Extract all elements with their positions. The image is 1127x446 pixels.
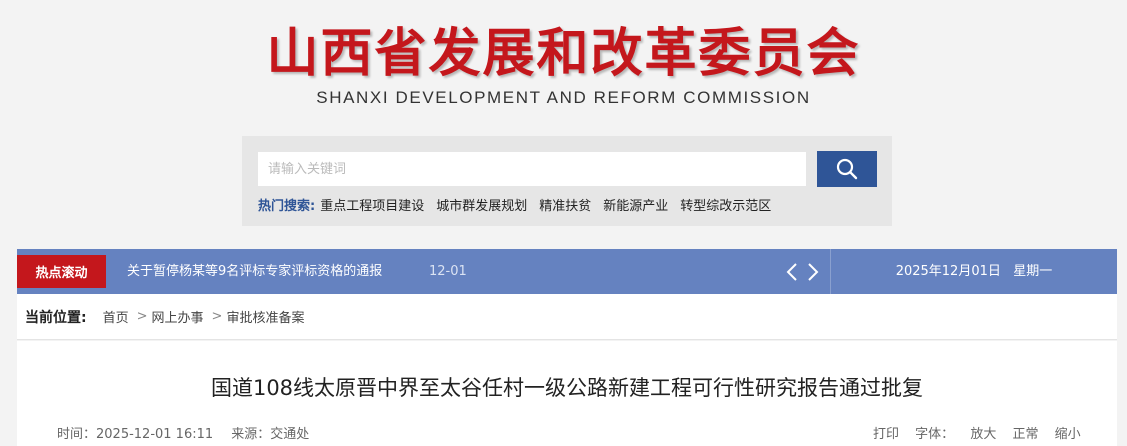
search-icon (836, 158, 858, 180)
article-meta: 时间：2025-12-01 16:11 来源：交通处 (57, 423, 323, 442)
breadcrumb-home[interactable]: 首页 (103, 307, 129, 326)
site-header: 山西省发展和改革委员会 SHANXI DEVELOPMENT AND REFOR… (0, 0, 1127, 130)
article-time: 时间：2025-12-01 16:11 (57, 427, 214, 442)
hot-search-term[interactable]: 转型综改示范区 (680, 195, 771, 214)
font-small-button[interactable]: 缩小 (1055, 427, 1081, 442)
breadcrumb-approval-filing[interactable]: 审批核准备案 (226, 307, 304, 326)
today-date: 2025年12月01日 星期一 (895, 264, 1053, 279)
article-tools: 打印 字体： 放大 正常 缩小 (873, 423, 1093, 442)
hot-search-label: 热门搜索: (258, 198, 316, 214)
search-panel: 热门搜索: 重点工程项目建设 城市群发展规划 精准扶贫 新能源产业 转型综改示范… (242, 136, 892, 226)
font-normal-button[interactable]: 正常 (1012, 427, 1038, 442)
article-source: 来源：交通处 (231, 427, 310, 442)
news-ticker-bar: 热点滚动 关于暂停杨某等9名评标专家评标资格的通报 12-01 2025年12月… (17, 249, 1117, 294)
ticker-headline-link[interactable]: 关于暂停杨某等9名评标专家评标资格的通报 (127, 249, 382, 294)
font-large-button[interactable]: 放大 (970, 427, 996, 442)
hot-news-tag: 热点滚动 (17, 255, 106, 288)
chevron-left-icon[interactable] (783, 261, 803, 283)
breadcrumb-separator: > (211, 309, 223, 324)
ticker-headline-date: 12-01 (429, 264, 467, 279)
breadcrumb-online-services[interactable]: 网上办事 (152, 307, 204, 326)
hot-search-term[interactable]: 精准扶贫 (539, 195, 591, 214)
font-size-label: 字体： (915, 427, 955, 442)
article-title: 国道108线太原晋中界至太谷任村一级公路新建工程可行性研究报告通过批复 (210, 376, 924, 400)
hot-search-row: 热门搜索: 重点工程项目建设 城市群发展规划 精准扶贫 新能源产业 转型综改示范… (258, 195, 783, 214)
site-subtitle: SHANXI DEVELOPMENT AND REFORM COMMISSION (316, 88, 811, 107)
hot-search-term[interactable]: 新能源产业 (603, 195, 668, 214)
article-panel: 国道108线太原晋中界至太谷任村一级公路新建工程可行性研究报告通过批复 时间：2… (17, 341, 1117, 446)
breadcrumb-label: 当前位置: (25, 309, 87, 326)
chevron-right-icon[interactable] (803, 261, 823, 283)
hot-search-term[interactable]: 重点工程项目建设 (320, 195, 424, 214)
print-button[interactable]: 打印 (873, 427, 899, 442)
search-button[interactable] (817, 151, 877, 187)
site-title: 山西省发展和改革委员会 (266, 23, 861, 84)
breadcrumb-separator: > (136, 309, 148, 324)
hot-search-term[interactable]: 城市群发展规划 (436, 195, 527, 214)
breadcrumb: 当前位置: 首页 > 网上办事 > 审批核准备案 (17, 294, 1117, 340)
search-input[interactable] (258, 152, 806, 186)
